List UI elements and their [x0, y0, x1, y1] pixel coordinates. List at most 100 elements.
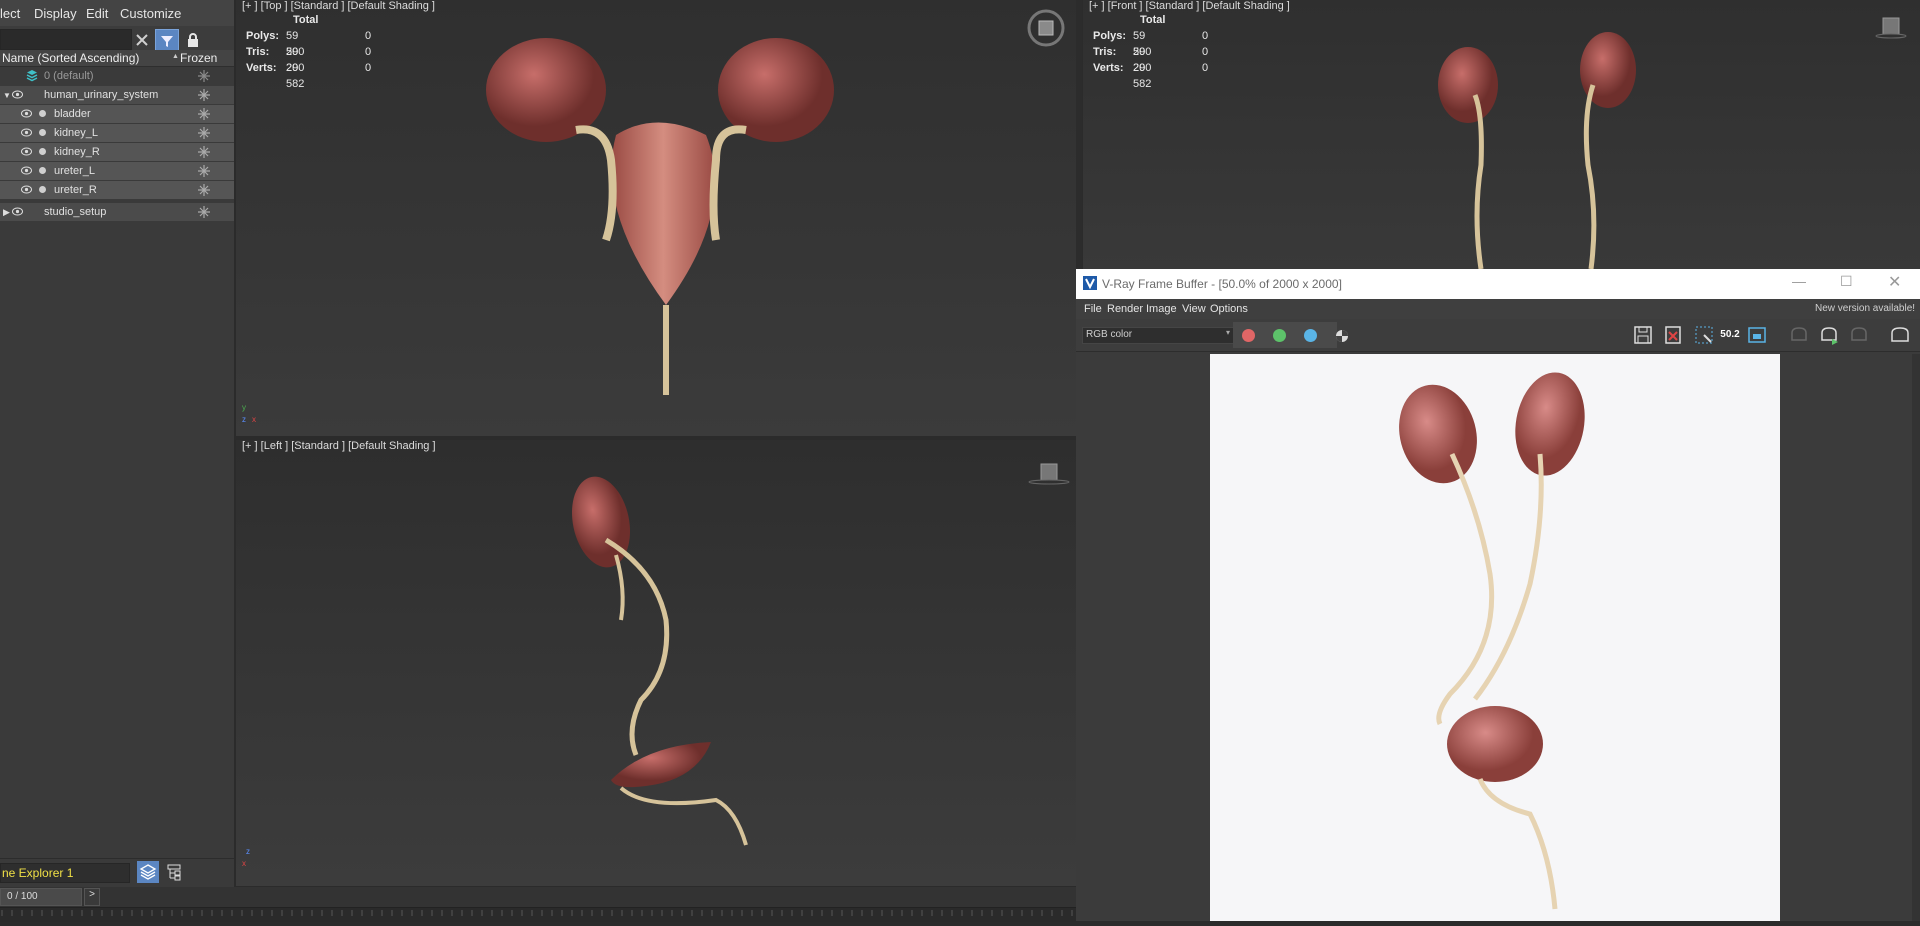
render-dot-icon[interactable]	[39, 167, 46, 174]
stats-tris-selected: 0	[365, 46, 372, 58]
render-last-icon[interactable]	[1848, 325, 1870, 345]
visibility-eye-icon[interactable]	[12, 207, 23, 216]
red-channel-icon[interactable]	[1242, 329, 1255, 342]
menu-select[interactable]: lect	[0, 6, 20, 21]
stats-polys-selected: 0	[1202, 30, 1209, 42]
green-channel-icon[interactable]	[1273, 329, 1286, 342]
viewport-label[interactable]: [+ ] [Top ] [Standard ] [Default Shading…	[242, 0, 435, 12]
tree-row-label: kidney_R	[54, 146, 100, 158]
scene-explorer-panel: lect Display Edit Customize Name (Sorted…	[0, 0, 234, 921]
viewport-left[interactable]: [+ ] [Left ] [Standard ] [Default Shadin…	[236, 440, 1076, 886]
hierarchy-mode-icon[interactable]	[163, 861, 185, 883]
vfb-menu-render[interactable]: Render	[1107, 303, 1143, 315]
visibility-eye-icon[interactable]	[21, 166, 32, 175]
vray-logo-icon	[1083, 276, 1097, 290]
menu-customize[interactable]: Customize	[120, 6, 181, 21]
vfb-menu-options[interactable]: Options	[1210, 303, 1248, 315]
new-version-notice[interactable]: New version available!	[1815, 303, 1915, 314]
fit-view-icon[interactable]	[1747, 325, 1767, 345]
viewport-label[interactable]: [+ ] [Front ] [Standard ] [Default Shadi…	[1089, 0, 1290, 12]
channel-select[interactable]: RGB color ▾	[1082, 327, 1234, 344]
blue-channel-icon[interactable]	[1304, 329, 1317, 342]
explorer-selector[interactable]: ne Explorer 1	[0, 863, 130, 883]
render-dot-icon[interactable]	[39, 186, 46, 193]
explorer-footer: ne Explorer 1	[0, 858, 234, 885]
tree-row-ureter-l[interactable]: ureter_L	[0, 162, 234, 180]
vfb-menu-image[interactable]: Image	[1146, 303, 1177, 315]
tree-row-studio-setup[interactable]: ▶ studio_setup	[0, 203, 234, 221]
column-name[interactable]: Name (Sorted Ascending)	[2, 51, 139, 65]
vfb-menu-view[interactable]: View	[1182, 303, 1206, 315]
freeze-icon[interactable]	[198, 184, 210, 196]
freeze-icon[interactable]	[198, 127, 210, 139]
tree-row-layer-default[interactable]: 0 (default)	[0, 67, 234, 85]
layers-mode-icon[interactable]	[137, 861, 159, 883]
time-slider[interactable]: 0 / 100	[0, 888, 82, 906]
minimize-icon[interactable]: —	[1792, 273, 1806, 289]
viewcube-icon[interactable]	[1026, 8, 1066, 48]
expand-arrow-icon[interactable]: ▼	[3, 91, 11, 100]
freeze-icon[interactable]	[198, 146, 210, 158]
interactive-render-icon[interactable]	[1788, 325, 1810, 345]
zoom-level[interactable]: 50.2	[1719, 325, 1741, 345]
lock-icon[interactable]	[182, 29, 204, 50]
tree-row-label: human_urinary_system	[44, 89, 159, 101]
stats-verts-selected: 0	[365, 62, 372, 74]
svg-text:x: x	[252, 415, 256, 424]
visibility-eye-icon[interactable]	[21, 185, 32, 194]
visibility-eye-icon[interactable]	[12, 90, 23, 99]
region-render-icon[interactable]	[1694, 325, 1714, 345]
viewport-top[interactable]: [+ ] [Top ] [Standard ] [Default Shading…	[236, 0, 1076, 436]
tree-row-label: kidney_L	[54, 127, 99, 139]
clear-image-icon[interactable]	[1663, 325, 1683, 345]
tree-row-kidney-r[interactable]: kidney_R	[0, 143, 234, 161]
render-dot-icon[interactable]	[39, 110, 46, 117]
visibility-eye-icon[interactable]	[21, 147, 32, 156]
close-icon[interactable]: ✕	[1888, 272, 1901, 292]
filter-icon[interactable]	[155, 29, 179, 52]
axis-tripod-icon: z x	[242, 847, 250, 868]
svg-text:z: z	[246, 847, 250, 856]
render-teapot-icon[interactable]	[1818, 325, 1840, 345]
viewport-splitter[interactable]	[1076, 0, 1082, 269]
render-setup-teapot-icon[interactable]	[1888, 325, 1912, 345]
vfb-title-bar[interactable]: V-Ray Frame Buffer - [50.0% of 2000 x 20…	[1076, 269, 1920, 299]
save-image-icon[interactable]	[1633, 325, 1653, 345]
viewport-front[interactable]: [+ ] [Front ] [Standard ] [Default Shadi…	[1083, 0, 1920, 269]
tree-row-bladder[interactable]: bladder	[0, 105, 234, 123]
viewcube-icon[interactable]	[1028, 462, 1070, 488]
freeze-icon[interactable]	[198, 165, 210, 177]
tree-row-ureter-r[interactable]: ureter_R	[0, 181, 234, 199]
collapsed-arrow-icon[interactable]: ▶	[3, 207, 10, 218]
tree-row-human-urinary-system[interactable]: ▼ human_urinary_system	[0, 86, 234, 104]
tree-row-kidney-l[interactable]: kidney_L	[0, 124, 234, 142]
rendered-image[interactable]	[1210, 354, 1780, 921]
track-bar[interactable]	[0, 907, 1080, 922]
next-frame-button[interactable]: >	[84, 888, 100, 906]
render-dot-icon[interactable]	[39, 148, 46, 155]
render-dot-icon[interactable]	[39, 129, 46, 136]
axis-tripod-icon: y z x	[242, 403, 256, 424]
viewcube-icon[interactable]	[1875, 14, 1907, 40]
viewport-label[interactable]: [+ ] [Left ] [Standard ] [Default Shadin…	[242, 440, 436, 452]
tree-row-label: bladder	[54, 108, 91, 120]
freeze-icon[interactable]	[198, 108, 210, 120]
stats-tris-selected: 0	[1202, 46, 1209, 58]
freeze-icon[interactable]	[198, 206, 210, 218]
clear-search-icon[interactable]	[131, 29, 153, 50]
freeze-icon[interactable]	[198, 70, 210, 82]
tree-row-label: ureter_R	[54, 184, 97, 196]
vfb-menu-file[interactable]: File	[1084, 303, 1102, 315]
search-input[interactable]	[0, 29, 132, 50]
stats-total-heading: Total	[293, 14, 319, 26]
channel-value: RGB color	[1086, 329, 1133, 340]
vfb-scrollbar[interactable]	[1912, 354, 1920, 921]
column-frozen[interactable]: Frozen	[180, 51, 217, 65]
menu-display[interactable]: Display	[34, 6, 77, 21]
freeze-icon[interactable]	[198, 89, 210, 101]
alpha-channel-icon[interactable]	[1335, 329, 1349, 343]
visibility-eye-icon[interactable]	[21, 128, 32, 137]
maximize-icon[interactable]: ☐	[1840, 273, 1853, 290]
menu-edit[interactable]: Edit	[86, 6, 108, 21]
visibility-eye-icon[interactable]	[21, 109, 32, 118]
